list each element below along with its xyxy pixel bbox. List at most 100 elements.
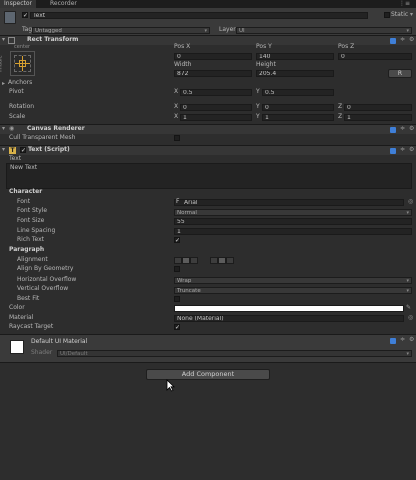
scale-y-input[interactable]: 1: [262, 114, 334, 121]
rich-text-checkbox[interactable]: ✓: [174, 237, 180, 244]
best-fit-checkbox[interactable]: [174, 296, 180, 302]
alignment-label: Alignment: [17, 256, 48, 263]
settings-gear-icon[interactable]: ⚙: [409, 126, 414, 132]
anchor-center-box: [19, 60, 26, 67]
font-size-input[interactable]: 55: [174, 218, 412, 225]
font-style-dropdown[interactable]: Normal: [174, 209, 412, 216]
help-book-icon[interactable]: [390, 38, 396, 44]
material-picker-icon[interactable]: ◎: [408, 315, 413, 321]
settings-gear-icon[interactable]: ⚙: [409, 37, 414, 43]
gameobject-name-input[interactable]: Text: [30, 12, 368, 19]
foldout-arrow-icon[interactable]: ▾: [2, 37, 5, 43]
text-component-icon: T: [9, 147, 16, 154]
color-label: Color: [9, 304, 25, 311]
align-by-geometry-checkbox[interactable]: [174, 266, 180, 272]
text-script-header[interactable]: ▾ T ✓ Text (Script) ≑ ⚙: [0, 146, 416, 155]
layer-dropdown[interactable]: UI: [236, 27, 412, 34]
pivot-x-label: X: [174, 88, 179, 95]
layer-label: Layer: [219, 26, 236, 33]
anchor-presets-button[interactable]: [10, 51, 35, 76]
help-book-icon[interactable]: [390, 338, 396, 344]
settings-gear-icon[interactable]: ⚙: [409, 147, 414, 153]
vertical-overflow-label: Vertical Overflow: [17, 285, 69, 292]
line-spacing-input[interactable]: 1: [174, 228, 412, 235]
scale-z-input[interactable]: 1: [344, 114, 412, 121]
cull-transparent-mesh-label: Cull Transparent Mesh: [9, 134, 76, 141]
align-left-button[interactable]: [174, 257, 182, 264]
material-preview-icon: [10, 340, 24, 354]
tab-inspector[interactable]: Inspector: [0, 0, 36, 8]
help-book-icon[interactable]: [390, 148, 396, 154]
align-center-button[interactable]: [182, 257, 190, 264]
canvas-renderer-header[interactable]: ▾ ◉ Canvas Renderer ≑ ⚙: [0, 125, 416, 134]
settings-gear-icon[interactable]: ⚙: [409, 337, 414, 343]
pivot-y-input[interactable]: 0.5: [262, 89, 334, 96]
anchors-label[interactable]: Anchors: [8, 79, 32, 87]
cull-transparent-mesh-checkbox[interactable]: [174, 135, 180, 141]
canvas-renderer-title: Canvas Renderer: [27, 125, 85, 132]
pos-y-header: Pos Y: [256, 43, 272, 50]
scale-x-input[interactable]: 1: [180, 114, 252, 121]
height-header: Height: [256, 61, 276, 68]
font-style-label: Font Style: [17, 207, 48, 214]
horizontal-overflow-dropdown[interactable]: Wrap: [174, 277, 412, 284]
align-right-button[interactable]: [190, 257, 198, 264]
eyedropper-icon[interactable]: ✎: [406, 305, 411, 311]
font-object-field[interactable]: Arial: [174, 199, 404, 206]
raycast-target-checkbox[interactable]: ✓: [174, 324, 180, 331]
align-bottom-button[interactable]: [226, 257, 234, 264]
anchors-foldout-icon[interactable]: ▸: [2, 81, 5, 87]
add-component-button[interactable]: Add Component: [146, 369, 270, 380]
pos-z-input[interactable]: 0: [338, 53, 412, 60]
pivot-x-input[interactable]: 0.5: [180, 89, 252, 96]
align-by-geometry-label: Align By Geometry: [17, 265, 74, 272]
align-top-button[interactable]: [210, 257, 218, 264]
rotation-y-label: Y: [256, 103, 260, 110]
static-checkbox[interactable]: [384, 12, 390, 18]
material-section: Default UI Material Shader UI/Default ≑ …: [0, 335, 416, 362]
pos-x-input[interactable]: 0: [174, 53, 252, 60]
eye-icon: ◉: [9, 125, 15, 132]
active-checkbox[interactable]: ✓: [22, 12, 28, 19]
material-label: Material: [9, 314, 34, 321]
preset-icon[interactable]: ≑: [400, 147, 405, 153]
paragraph-header: Paragraph: [9, 246, 45, 253]
width-input[interactable]: 872: [174, 70, 252, 77]
help-book-icon[interactable]: [390, 127, 396, 133]
rotation-y-input[interactable]: 0: [262, 104, 334, 111]
foldout-arrow-icon[interactable]: ▾: [2, 147, 5, 153]
text-label: Text: [9, 155, 22, 162]
pos-y-input[interactable]: 140: [256, 53, 334, 60]
preset-icon[interactable]: ≑: [400, 126, 405, 132]
preset-icon[interactable]: ≑: [400, 337, 405, 343]
horizontal-overflow-label: Horizontal Overflow: [17, 276, 77, 283]
static-dropdown-icon[interactable]: ▾: [410, 12, 413, 18]
foldout-arrow-icon[interactable]: ▾: [2, 126, 5, 132]
rotation-x-input[interactable]: 0: [180, 104, 252, 111]
panel-menu-icon[interactable]: ⋮≡: [399, 0, 410, 8]
rotation-z-input[interactable]: 0: [344, 104, 412, 111]
align-middle-button[interactable]: [218, 257, 226, 264]
pos-z-header: Pos Z: [338, 43, 355, 50]
shader-dropdown[interactable]: UI/Default: [57, 350, 412, 357]
width-header: Width: [174, 61, 192, 68]
line-spacing-label: Line Spacing: [17, 227, 56, 234]
raw-edit-button[interactable]: R: [388, 69, 412, 78]
vertical-overflow-dropdown[interactable]: Truncate: [174, 287, 412, 294]
tag-dropdown[interactable]: Untagged: [32, 27, 210, 34]
text-enabled-checkbox[interactable]: ✓: [20, 147, 26, 154]
font-picker-icon[interactable]: ◎: [408, 199, 413, 205]
tab-recorder[interactable]: Recorder: [46, 0, 81, 8]
gameobject-icon: [4, 11, 16, 24]
preset-icon[interactable]: ≑: [400, 37, 405, 43]
pivot-label: Pivot: [9, 88, 24, 95]
divider: [0, 362, 416, 363]
tab-bar: Inspector Recorder ⋮≡: [0, 0, 416, 8]
rotation-label: Rotation: [9, 103, 35, 110]
color-swatch[interactable]: [174, 305, 404, 312]
text-area[interactable]: New Text: [6, 163, 412, 189]
height-input[interactable]: 205.4: [256, 70, 334, 77]
material-object-field[interactable]: None (Material): [174, 315, 404, 322]
text-area-value: New Text: [10, 164, 38, 171]
anchor-preset-top-label: center: [14, 44, 31, 50]
